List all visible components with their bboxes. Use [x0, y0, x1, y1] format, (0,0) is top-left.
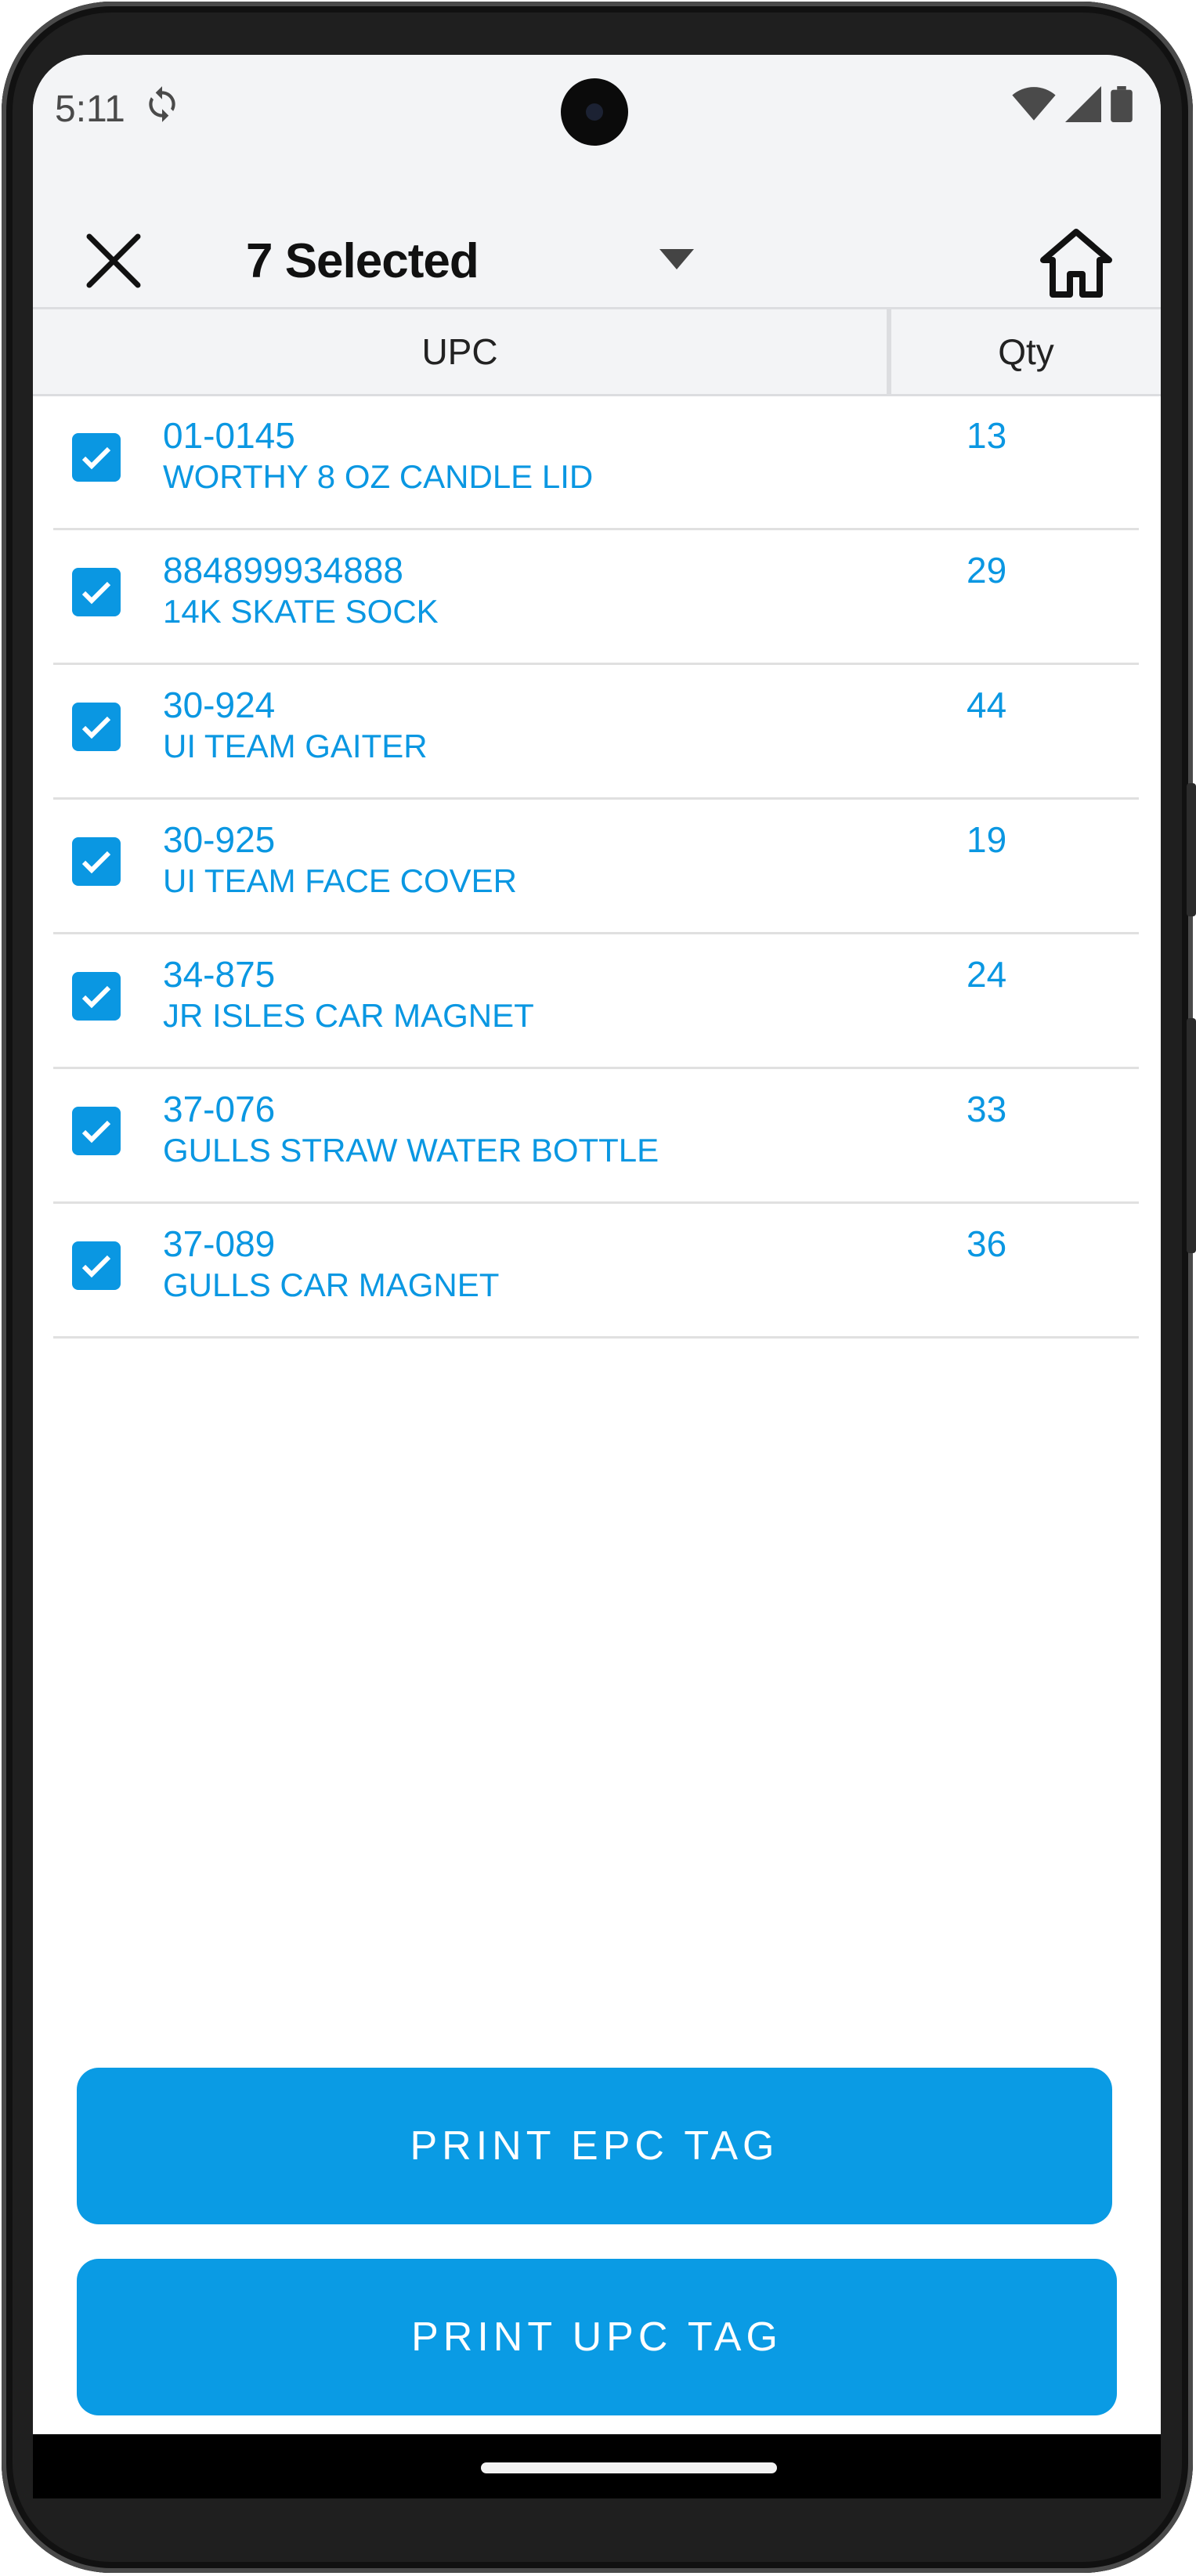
power-button — [1187, 783, 1196, 916]
check-icon — [81, 581, 111, 605]
table-row[interactable]: 37-089 GULLS CAR MAGNET 36 — [53, 1204, 1139, 1339]
home-icon — [1040, 229, 1112, 298]
check-icon — [81, 1255, 111, 1278]
row-upc: 884899934888 — [163, 550, 403, 591]
check-icon — [81, 985, 111, 1009]
row-description: WORTHY 8 OZ CANDLE LID — [163, 458, 594, 495]
status-bar: 5:11 — [33, 55, 1161, 164]
row-description: JR ISLES CAR MAGNET — [163, 997, 534, 1034]
check-icon — [81, 446, 111, 470]
row-upc: 30-925 — [163, 819, 276, 860]
row-qty: 13 — [967, 415, 1007, 456]
battery-icon — [1111, 86, 1133, 126]
row-description: UI TEAM FACE COVER — [163, 862, 517, 899]
check-icon — [81, 716, 111, 739]
row-qty: 44 — [967, 685, 1007, 725]
navigation-bar — [33, 2434, 1161, 2498]
row-qty: 36 — [967, 1223, 1007, 1264]
home-button[interactable] — [1039, 226, 1114, 301]
caret-down-icon[interactable] — [659, 249, 694, 273]
row-upc: 37-076 — [163, 1089, 276, 1129]
volume-button — [1187, 1018, 1196, 1253]
status-icons — [1012, 86, 1133, 126]
home-indicator[interactable] — [481, 2462, 777, 2473]
print-upc-tag-button[interactable]: PRINT UPC TAG — [77, 2259, 1117, 2415]
item-list: 01-0145 WORTHY 8 OZ CANDLE LID 13 884899… — [53, 396, 1139, 1339]
row-upc: 30-924 — [163, 685, 276, 725]
row-checkbox[interactable] — [72, 703, 121, 751]
row-description: 14K SKATE SOCK — [163, 593, 439, 630]
table-row[interactable]: 30-925 UI TEAM FACE COVER 19 — [53, 800, 1139, 934]
row-upc: 34-875 — [163, 954, 276, 995]
page-title: 7 Selected — [246, 233, 479, 288]
screen: 5:11 7 Selected UPC Qty 01-0145 WORTHY 8… — [33, 55, 1161, 2436]
table-row[interactable]: 30-924 UI TEAM GAITER 44 — [53, 665, 1139, 800]
close-icon — [86, 233, 141, 288]
row-qty: 29 — [967, 550, 1007, 591]
column-header-qty[interactable]: Qty — [891, 309, 1161, 394]
close-button[interactable] — [80, 227, 147, 294]
row-checkbox[interactable] — [72, 1241, 121, 1290]
row-checkbox[interactable] — [72, 433, 121, 482]
check-icon — [81, 851, 111, 874]
print-epc-tag-button[interactable]: PRINT EPC TAG — [77, 2068, 1112, 2224]
row-upc: 37-089 — [163, 1223, 276, 1264]
selection-dropdown[interactable]: 7 Selected — [246, 227, 479, 294]
table-row[interactable]: 34-875 JR ISLES CAR MAGNET 24 — [53, 934, 1139, 1069]
row-upc: 01-0145 — [163, 415, 295, 456]
row-description: GULLS STRAW WATER BOTTLE — [163, 1132, 659, 1169]
row-description: GULLS CAR MAGNET — [163, 1266, 500, 1303]
table-row[interactable]: 01-0145 WORTHY 8 OZ CANDLE LID 13 — [53, 396, 1139, 530]
wifi-icon — [1012, 86, 1056, 126]
row-qty: 33 — [967, 1089, 1007, 1129]
column-header-upc[interactable]: UPC — [33, 309, 891, 394]
table-row[interactable]: 884899934888 14K SKATE SOCK 29 — [53, 530, 1139, 665]
row-checkbox[interactable] — [72, 568, 121, 616]
status-time: 5:11 — [55, 89, 125, 130]
check-icon — [81, 1120, 111, 1143]
row-checkbox[interactable] — [72, 1107, 121, 1155]
row-description: UI TEAM GAITER — [163, 728, 428, 764]
row-qty: 19 — [967, 819, 1007, 860]
front-camera — [561, 78, 628, 146]
row-checkbox[interactable] — [72, 837, 121, 886]
row-qty: 24 — [967, 954, 1007, 995]
row-checkbox[interactable] — [72, 972, 121, 1021]
table-header: UPC Qty — [33, 307, 1161, 396]
table-row[interactable]: 37-076 GULLS STRAW WATER BOTTLE 33 — [53, 1069, 1139, 1204]
sync-icon — [143, 85, 182, 128]
signal-icon — [1065, 86, 1101, 126]
device-frame: 5:11 7 Selected UPC Qty 01-0145 WORTHY 8… — [0, 0, 1196, 2576]
